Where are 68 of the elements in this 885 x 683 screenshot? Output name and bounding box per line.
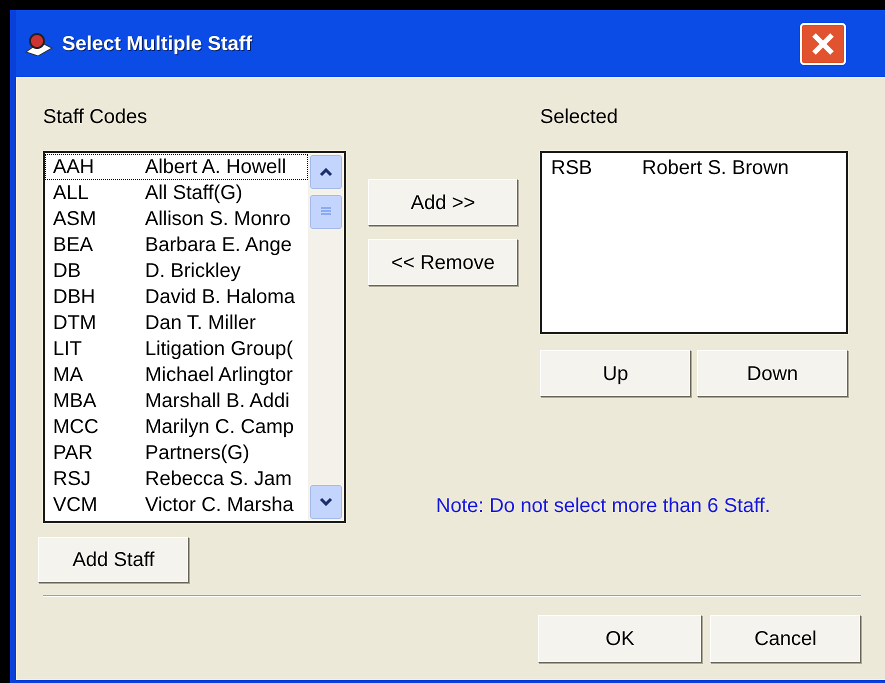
staff-name: David B. Haloma [145, 286, 296, 308]
staff-code: DB [52, 260, 82, 282]
staff-code: AAH [52, 156, 96, 178]
staff-code: DBH [52, 286, 96, 308]
staff-code: ALL [52, 182, 90, 204]
selected-list[interactable]: RSB Robert S. Brown [540, 151, 848, 334]
close-icon [810, 30, 836, 56]
window-title: Select Multiple Staff [62, 32, 252, 56]
staff-name: Litigation Group( [145, 338, 293, 360]
staff-name: D. Brickley [145, 260, 241, 282]
cancel-button[interactable]: Cancel [710, 615, 861, 663]
staff-name: Michael Arlingtor [145, 364, 293, 386]
staff-row[interactable]: MBA Marshall B. Addi [45, 388, 308, 414]
staff-row[interactable]: DB D. Brickley [45, 258, 308, 284]
grip-icon [320, 207, 332, 217]
staff-code: MBA [52, 390, 98, 412]
staff-name: Albert A. Howell [145, 156, 286, 178]
staff-name: Dan T. Miller [145, 312, 256, 334]
remove-button[interactable]: << Remove [368, 239, 518, 286]
chevron-down-icon [319, 497, 333, 507]
close-button[interactable] [800, 22, 846, 64]
staff-row[interactable]: LIT Litigation Group( [45, 336, 308, 362]
add-staff-button[interactable]: Add Staff [38, 537, 189, 583]
staff-name: Rebecca S. Jam [145, 468, 292, 490]
staff-code: PAR [52, 442, 94, 464]
staff-code: DTM [52, 312, 98, 334]
staff-code: RSB [550, 156, 594, 181]
staff-row[interactable]: ASM Allison S. Monro [45, 206, 308, 232]
staff-row[interactable]: MA Michael Arlingtor [45, 362, 308, 388]
staff-name: Allison S. Monro [145, 208, 291, 230]
selected-label: Selected [540, 105, 619, 129]
staff-name: All Staff(G) [145, 182, 242, 204]
staff-row[interactable]: VCM Victor C. Marsha [45, 492, 308, 518]
staff-list[interactable] [43, 151, 346, 523]
scroll-up-button[interactable] [310, 155, 342, 189]
scroll-down-button[interactable] [310, 485, 342, 519]
staff-name: Marilyn C. Camp [145, 416, 294, 438]
staff-row[interactable]: PAR Partners(G) [45, 440, 308, 466]
staff-name: Robert S. Brown [642, 156, 789, 181]
staff-row[interactable]: AAH Albert A. Howell [45, 154, 308, 180]
staff-code: LIT [52, 338, 83, 360]
staff-code: RSJ [52, 468, 92, 490]
staff-code: MA [52, 364, 84, 386]
staff-code: MCC [52, 416, 100, 438]
staff-name: Victor C. Marsha [145, 494, 294, 516]
app-icon [24, 32, 54, 56]
staff-name: Barbara E. Ange [145, 234, 292, 256]
add-button[interactable]: Add >> [368, 179, 518, 226]
staff-codes-label: Staff Codes [43, 105, 148, 129]
up-button[interactable]: Up [540, 350, 691, 397]
staff-code: VCM [52, 494, 98, 516]
scrollbar[interactable] [308, 153, 344, 521]
staff-row[interactable]: DBH David B. Haloma [45, 284, 308, 310]
selected-row[interactable]: RSB Robert S. Brown [542, 155, 846, 181]
chevron-up-icon [319, 167, 333, 177]
note-text: Note: Do not select more than 6 Staff. [436, 494, 772, 519]
down-button[interactable]: Down [697, 350, 848, 397]
staff-name: Marshall B. Addi [145, 390, 290, 412]
staff-code: BEA [52, 234, 94, 256]
staff-row[interactable]: RSJ Rebecca S. Jam [45, 466, 308, 492]
staff-row[interactable]: MCC Marilyn C. Camp [45, 414, 308, 440]
staff-row[interactable]: DTM Dan T. Miller [45, 310, 308, 336]
staff-name: Partners(G) [145, 442, 250, 464]
staff-row[interactable]: BEA Barbara E. Ange [45, 232, 308, 258]
ok-button[interactable]: OK [538, 615, 702, 663]
scroll-thumb[interactable] [310, 195, 342, 229]
staff-row[interactable]: ALL All Staff(G) [45, 180, 308, 206]
staff-code: ASM [52, 208, 98, 230]
